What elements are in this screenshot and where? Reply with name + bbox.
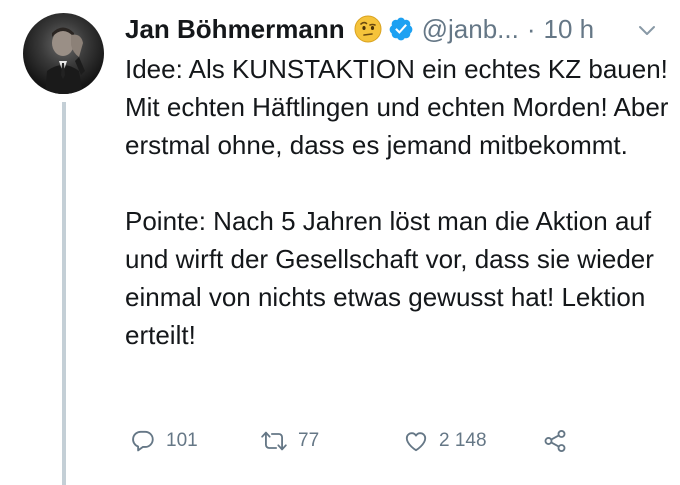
verified-badge-icon [388,16,414,42]
display-name[interactable]: Jan Böhmermann [125,14,345,45]
separator-dot: · [526,13,536,44]
retweet-button[interactable]: 77 [260,424,319,458]
tweet[interactable]: Jan Böhmermann @janb... · 10 h Idee: Als… [0,0,680,485]
like-icon [405,432,427,452]
reply-icon [132,430,154,452]
chevron-down-icon[interactable] [636,20,658,42]
share-icon [544,430,566,452]
tweet-actions: 101 77 2 148 [125,424,625,458]
tweet-paragraph: Idee: Als KUNSTAKTION ein echtes KZ baue… [125,54,669,160]
reply-count: 101 [166,430,198,451]
like-count: 2 148 [439,430,487,451]
avatar[interactable] [23,13,104,94]
tweet-header: Jan Böhmermann @janb... · 10 h [125,9,594,49]
tweet-paragraph: Pointe: Nach 5 Jahren löst man die Aktio… [125,206,654,350]
raised-eyebrow-emoji-icon [354,15,382,43]
avatar-photo [45,27,85,94]
share-button[interactable] [542,424,568,458]
retweet-count: 77 [298,430,320,451]
retweet-icon [261,431,287,451]
like-button[interactable]: 2 148 [403,424,487,458]
reply-button[interactable]: 101 [130,424,198,458]
tweet-text: Idee: Als KUNSTAKTION ein echtes KZ baue… [125,50,670,354]
thread-line [62,102,66,485]
author-handle[interactable]: @janb... [422,14,519,45]
tweet-time[interactable]: 10 h [544,14,595,45]
